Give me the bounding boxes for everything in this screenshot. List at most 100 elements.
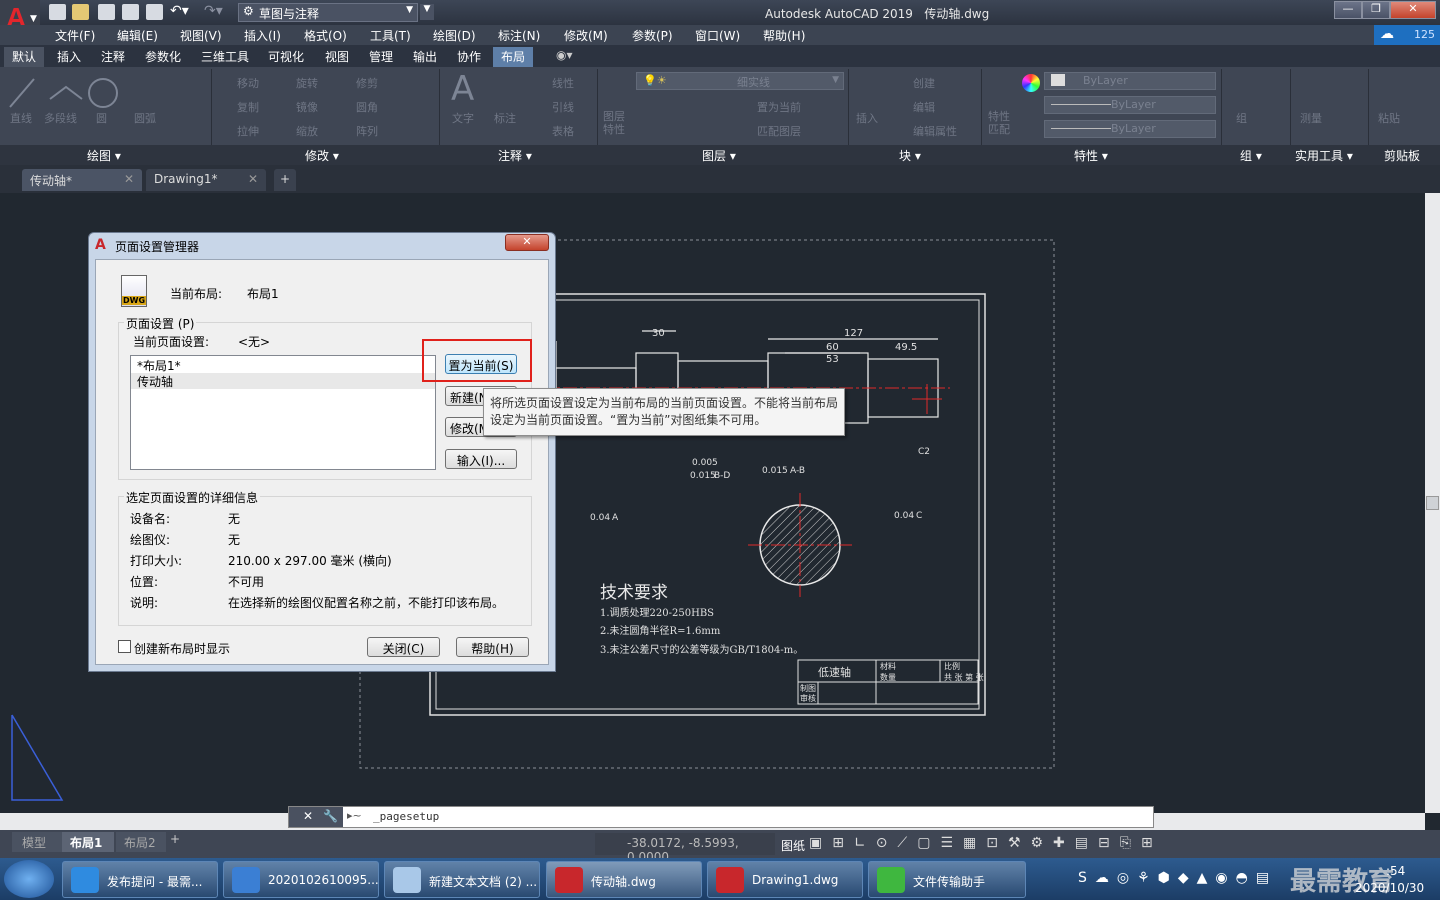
list-item[interactable]: 传动轴 [131, 373, 435, 389]
create-block-button[interactable]: 创建 [913, 75, 935, 91]
menu-insert[interactable]: 插入(I) [244, 27, 281, 44]
taskbar-item[interactable]: 传动轴.dwg [546, 861, 702, 898]
wrench-icon[interactable]: 🔧 [323, 809, 338, 823]
menu-modify[interactable]: 修改(M) [564, 27, 608, 44]
tab-insert[interactable]: 插入 [57, 48, 81, 65]
stretch-button[interactable]: 拉伸 [237, 123, 259, 139]
close-icon[interactable]: ✕ [248, 172, 258, 186]
layer-select[interactable]: 💡☀ 细实线 ▼ [636, 72, 844, 90]
menu-format[interactable]: 格式(O) [304, 27, 347, 44]
dimension-button[interactable]: 标注 [494, 110, 516, 126]
paste-button[interactable]: 粘贴 [1378, 110, 1400, 126]
group-draw[interactable]: 绘图 ▾ [87, 147, 121, 164]
edit-block-button[interactable]: 编辑 [913, 99, 935, 115]
match-layer-button[interactable]: 匹配图层 [757, 123, 801, 139]
taskbar-item[interactable]: 文件传输助手 [868, 861, 1026, 898]
copy-button[interactable]: 复制 [237, 99, 259, 115]
mirror-button[interactable]: 镜像 [296, 99, 318, 115]
minimize-button[interactable]: — [1334, 1, 1362, 19]
taskbar-item[interactable]: Drawing1.dwg [707, 861, 863, 898]
undo-icon[interactable]: ↶▾ [170, 3, 189, 19]
tab-collaborate[interactable]: 协作 [457, 48, 481, 65]
menu-window[interactable]: 窗口(W) [695, 27, 740, 44]
close-icon[interactable]: ✕ [303, 809, 313, 823]
close-dialog-button[interactable]: 关闭(C) [367, 637, 440, 657]
rotate-button[interactable]: 旋转 [296, 75, 318, 91]
tab-view[interactable]: 视图 [325, 48, 349, 65]
a360-signin[interactable]: ☁ 125 [1374, 25, 1440, 45]
linetype-select[interactable]: ByLayer [1044, 96, 1216, 114]
scale-button[interactable]: 缩放 [296, 123, 318, 139]
menu-edit[interactable]: 编辑(E) [117, 27, 158, 44]
tab-visualize[interactable]: 可视化 [268, 48, 304, 65]
polyline-button[interactable]: 多段线 [44, 110, 77, 126]
menu-draw[interactable]: 绘图(D) [433, 27, 476, 44]
tab-layout1[interactable]: 布局1 [62, 832, 114, 852]
ribbon-toggle-icon[interactable]: ◉▾ [556, 48, 573, 62]
tab-output[interactable]: 输出 [413, 48, 437, 65]
group-button[interactable]: 组 [1236, 110, 1247, 126]
match-properties-button[interactable]: 特性匹配 [988, 110, 1014, 136]
close-icon[interactable]: ✕ [124, 172, 134, 186]
circle-button[interactable]: 圆 [96, 110, 107, 126]
add-layout-button[interactable]: + [170, 832, 180, 846]
move-button[interactable]: 移动 [237, 75, 259, 91]
save-icon[interactable] [98, 4, 115, 20]
group-layers[interactable]: 图层 ▾ [702, 147, 736, 164]
file-tab[interactable]: Drawing1* ✕ [146, 169, 266, 191]
group-groups[interactable]: 组 ▾ [1240, 147, 1262, 164]
group-properties[interactable]: 特性 ▾ [1074, 147, 1108, 164]
command-line[interactable]: ✕ 🔧 ▸~ _pagesetup [288, 806, 1154, 828]
menu-help[interactable]: 帮助(H) [763, 27, 805, 44]
arc-button[interactable]: 圆弧 [134, 110, 156, 126]
array-button[interactable]: 阵列 [356, 123, 378, 139]
list-item[interactable]: *布局1* [131, 357, 435, 373]
help-button[interactable]: 帮助(H) [456, 637, 529, 657]
set-current-layer-button[interactable]: 置为当前 [757, 99, 801, 115]
dialog-close-button[interactable]: ✕ [505, 234, 549, 251]
quick-access-more-icon[interactable]: ▼ [420, 4, 434, 20]
lineweight-select[interactable]: ByLayer [1044, 120, 1216, 138]
tab-model[interactable]: 模型 [12, 832, 62, 852]
new-file-icon[interactable] [49, 4, 66, 20]
print-icon[interactable] [146, 4, 163, 20]
fillet-button[interactable]: 圆角 [356, 99, 378, 115]
tab-default[interactable]: 默认 [12, 48, 36, 65]
menu-parametric[interactable]: 参数(P) [632, 27, 673, 44]
tab-layout[interactable]: 布局 [501, 48, 525, 65]
import-button[interactable]: 输入(I)... [445, 449, 517, 469]
tab-manage[interactable]: 管理 [369, 48, 393, 65]
new-tab-button[interactable]: + [274, 169, 296, 191]
measure-button[interactable]: 测量 [1300, 110, 1322, 126]
start-button[interactable] [4, 860, 54, 898]
show-on-new-layout-checkbox[interactable] [118, 640, 131, 653]
coordinates-readout[interactable]: -38.0172, -8.5993, 0.0000 [595, 833, 775, 864]
save-as-icon[interactable] [122, 4, 139, 20]
taskbar-item[interactable]: 发布提问 - 最需... [62, 861, 218, 898]
menu-file[interactable]: 文件(F) [55, 27, 95, 44]
paper-space-toggle[interactable]: 图纸 [781, 837, 805, 854]
tab-parametric[interactable]: 参数化 [145, 48, 181, 65]
table-button[interactable]: 表格 [552, 123, 574, 139]
menu-view[interactable]: 视图(V) [180, 27, 222, 44]
trim-button[interactable]: 修剪 [356, 75, 378, 91]
close-button[interactable]: ✕ [1390, 1, 1436, 19]
taskbar-item[interactable]: 2020102610095... [223, 861, 379, 898]
group-block[interactable]: 块 ▾ [899, 147, 921, 164]
taskbar-item[interactable]: 新建文本文档 (2) ... [384, 861, 540, 898]
group-annotation[interactable]: 注释 ▾ [498, 147, 532, 164]
text-button[interactable]: 文字 [452, 110, 474, 126]
open-file-icon[interactable] [72, 4, 89, 20]
redo-icon[interactable]: ↷▾ [204, 3, 223, 19]
edit-attributes-button[interactable]: 编辑属性 [913, 123, 957, 139]
leader-button[interactable]: 引线 [552, 99, 574, 115]
menu-dimension[interactable]: 标注(N) [498, 27, 540, 44]
tab-3d-tools[interactable]: 三维工具 [201, 48, 249, 65]
linear-button[interactable]: 线性 [552, 75, 574, 91]
tab-layout2[interactable]: 布局2 [116, 832, 166, 852]
tab-annotate[interactable]: 注释 [101, 48, 125, 65]
vertical-scrollbar[interactable] [1425, 193, 1440, 813]
line-button[interactable]: 直线 [10, 110, 32, 126]
scroll-thumb[interactable] [1426, 496, 1439, 510]
workspace-select[interactable]: ⚙ 草图与注释 ▼ [238, 3, 418, 22]
